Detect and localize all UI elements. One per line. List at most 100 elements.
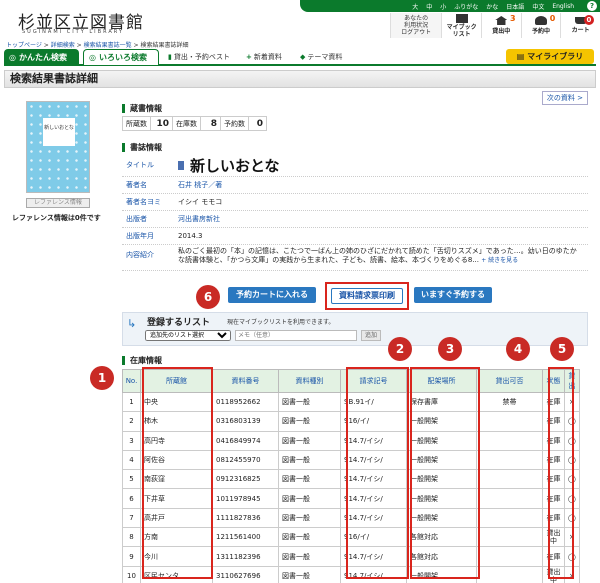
bookmark-icon (455, 13, 468, 23)
table-cell: 図書一般 (278, 546, 341, 567)
tab-theme[interactable]: ◆ テーマ資料 (300, 52, 342, 62)
highlight-location-column (410, 367, 480, 579)
book-icon: ▤ (516, 52, 525, 61)
table-cell: 禁帯 (476, 391, 543, 413)
library-logo-en: SUGINAMI CITY LIBRARY (22, 29, 124, 35)
font-small-link[interactable]: 小 (440, 2, 446, 11)
next-item-button[interactable]: 次の資料 > (541, 91, 588, 105)
table-cell: 図書一般 (278, 527, 341, 548)
add-button: 追加 (361, 330, 381, 341)
table-cell: 2 (122, 411, 141, 432)
table-cell: 1011978945 (212, 488, 279, 509)
table-cell (476, 469, 543, 490)
table-cell: 図書一般 (278, 507, 341, 529)
show-more-link[interactable]: + 続きを見る (481, 257, 518, 264)
list-register-title: 登録するリスト (147, 318, 211, 328)
display-options-bar: 大 中 小 ふりがな かな 日本語 中文 English (300, 0, 600, 12)
furigana-link[interactable]: ふりがな (454, 2, 478, 11)
table-cell (476, 507, 543, 529)
marker-5: 5 (550, 337, 574, 361)
column-header: No. (122, 369, 141, 393)
breadcrumb-advanced[interactable]: 詳細検索 (51, 42, 75, 49)
highlight-status-column (548, 367, 574, 579)
table-cell: 0912316825 (212, 469, 279, 490)
table-cell: 0416849974 (212, 430, 279, 451)
chart-icon: ▮ (168, 53, 172, 61)
publish-date: 2014.3 (178, 232, 203, 240)
table-cell: 図書一般 (278, 411, 341, 432)
font-large-link[interactable]: 大 (412, 2, 418, 11)
author-reading: イシイ モモコ (178, 198, 223, 206)
list-register-desc: 現在マイブックリストを利用できます。 (227, 319, 335, 326)
lang-ja-link[interactable]: 日本語 (506, 2, 524, 11)
arrow-right-icon: ↳ (127, 317, 137, 330)
marker-1: 1 (90, 366, 114, 390)
reserve-count: 0 (248, 116, 267, 131)
usage-status-link[interactable]: あなたの 利用状況 ログアウト (390, 13, 442, 38)
table-cell: 図書一般 (278, 488, 341, 509)
font-medium-link[interactable]: 中 (426, 2, 432, 11)
publisher-link[interactable]: 河出書房新社 (178, 212, 220, 226)
book-title: 新しいおとな (178, 155, 280, 176)
availability-section-title: 在庫情報 (122, 356, 162, 365)
marker-4: 4 (506, 337, 530, 361)
memo-input[interactable] (235, 330, 357, 341)
table-cell: 図書一般 (278, 391, 341, 413)
table-cell: 1 (122, 391, 141, 413)
kana-link[interactable]: かな (486, 2, 498, 11)
tab-new[interactable]: + 新着資料 (246, 52, 282, 62)
table-cell: 3110627696 (212, 565, 279, 583)
holdings-summary: 所蔵数 10 在庫数 8 予約数 0 (122, 116, 267, 131)
cover-title: 新しいおとな (43, 118, 75, 146)
highlight-callnumber-column (346, 367, 409, 579)
table-cell: 0118952662 (212, 391, 279, 413)
reserved-link[interactable]: 0 予約中 (520, 13, 561, 38)
column-header: 資料番号 (212, 369, 279, 393)
tab-best[interactable]: ▮ 貸出・予約ベスト (168, 52, 230, 62)
list-select[interactable]: 追加先のリスト選択 (145, 330, 231, 341)
table-cell: 図書一般 (278, 449, 341, 471)
stock-count: 8 (200, 116, 221, 131)
print-request-button[interactable]: 資料請求票印刷 (331, 288, 403, 304)
column-header: 資料種別 (278, 369, 341, 393)
table-cell: 1211561400 (212, 527, 279, 548)
tab-various-search[interactable]: ◎ いろいろ検索 (83, 49, 159, 65)
add-to-cart-button[interactable]: 予約カートに入れる (228, 287, 316, 303)
table-cell: 4 (122, 449, 141, 471)
help-icon[interactable]: ? (587, 1, 597, 11)
user-nav: あなたの 利用状況 ログアウト マイブック リスト 3 貸出中 0 予約中 0 … (390, 13, 600, 38)
house-icon (495, 16, 508, 25)
reserved-count: 0 (549, 14, 556, 23)
cart-link[interactable]: 0 カート (560, 13, 600, 38)
mylibrary-button[interactable]: ▤ マイライブラリ (506, 49, 594, 64)
marker-2: 2 (388, 337, 412, 361)
author-link[interactable]: 石井 桃子／著 (178, 178, 222, 192)
lang-zh-link[interactable]: 中文 (532, 2, 544, 11)
book-icon (178, 160, 184, 170)
table-cell: 3 (122, 430, 141, 451)
table-cell: 0812455970 (212, 449, 279, 471)
reserve-now-button[interactable]: いますぐ予約する (414, 287, 492, 303)
table-cell: 1311182396 (212, 546, 279, 567)
table-cell: 5 (122, 469, 141, 490)
lang-en-link[interactable]: English (552, 3, 574, 10)
marker-3: 3 (438, 337, 462, 361)
table-cell (476, 527, 543, 548)
breadcrumb-results[interactable]: 検索結果書誌一覧 (84, 42, 132, 49)
table-cell: 図書一般 (278, 469, 341, 490)
cart-count: 0 (583, 15, 594, 25)
print-highlight: 資料請求票印刷 (325, 282, 409, 310)
reference-info: レファレンス情報は0件です (12, 214, 101, 222)
table-cell: 10 (122, 565, 141, 583)
holdings-count: 10 (150, 116, 173, 131)
tag-icon: ◆ (300, 53, 306, 61)
table-cell: 6 (122, 488, 141, 509)
table-cell (476, 488, 543, 509)
breadcrumb-top[interactable]: トップページ (6, 42, 42, 49)
tab-easy-search[interactable]: ◎ かんたん検索 (4, 49, 79, 65)
table-cell: 8 (122, 527, 141, 548)
mybooklist-link[interactable]: マイブック リスト (441, 13, 481, 38)
search-icon: ◎ (9, 52, 16, 62)
borrowing-link[interactable]: 3 貸出中 (480, 13, 521, 38)
table-cell: 9 (122, 546, 141, 567)
